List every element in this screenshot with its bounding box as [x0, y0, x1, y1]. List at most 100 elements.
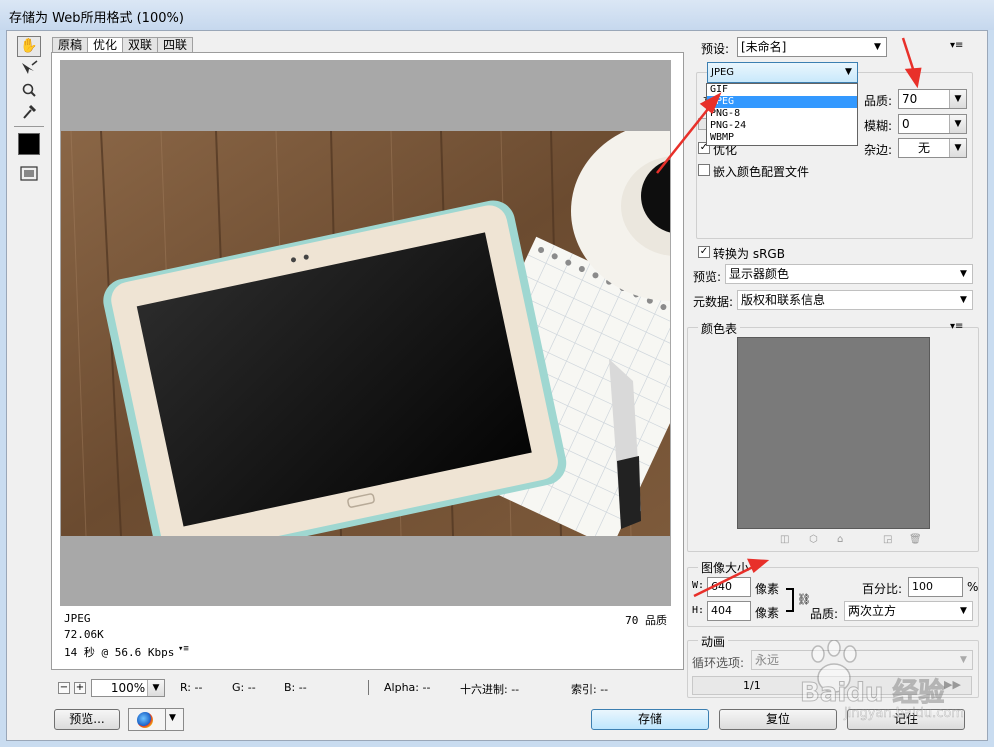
color-table-menu-icon[interactable]: ▾≡	[950, 321, 963, 332]
zoom-in-button[interactable]: +	[74, 682, 86, 694]
preset-dropdown[interactable]: [未命名] ▼	[737, 37, 887, 57]
download-rate-menu-icon[interactable]: ▾≡	[178, 644, 189, 654]
matte-value: 无	[917, 141, 930, 155]
chevron-down-icon[interactable]: ▼	[955, 291, 972, 309]
metadata-dropdown[interactable]: 版权和联系信息 ▼	[737, 290, 973, 310]
zoom-level-value: 100%	[110, 681, 146, 695]
eyedropper-color-swatch[interactable]	[18, 133, 40, 155]
width-unit: 像素	[755, 582, 780, 596]
chevron-down-icon[interactable]: ▼	[949, 139, 966, 157]
save-button[interactable]: 存储	[591, 709, 709, 730]
chevron-down-icon[interactable]: ▼	[955, 602, 972, 620]
preset-label: 预设:	[701, 42, 730, 56]
matte-field[interactable]: 无 ▼	[898, 138, 967, 158]
watermark-url: jingyan.baidu.com	[844, 706, 964, 722]
height-field[interactable]: 404	[707, 601, 751, 621]
hand-icon[interactable]: ✋	[17, 36, 41, 57]
preview-photo[interactable]	[61, 131, 670, 536]
color-table-swatches[interactable]	[737, 337, 930, 529]
loop-value: 永远	[755, 653, 780, 667]
readout-hex: 十六进制: --	[460, 683, 520, 696]
chevron-down-icon[interactable]: ▼	[955, 265, 972, 283]
format-dropdown[interactable]: JPEG ▼	[707, 62, 858, 83]
lock-color-icon[interactable]: ⌂	[837, 534, 843, 545]
map-transparent-icon[interactable]: ◫	[780, 534, 789, 545]
quality-value: 70	[902, 92, 918, 106]
chevron-down-icon[interactable]: ▼	[949, 115, 966, 133]
constrain-bracket	[786, 588, 794, 612]
status-divider	[368, 680, 369, 695]
format-option-gif[interactable]: GIF	[707, 84, 857, 96]
matte-label: 杂边:	[864, 143, 893, 157]
chevron-down-icon[interactable]: ▼	[869, 38, 886, 56]
metadata-value: 版权和联系信息	[741, 293, 826, 307]
baidu-watermark: Baidu 经验 jingyan.baidu.com	[790, 636, 990, 726]
chevron-down-icon[interactable]: ▼	[949, 90, 966, 108]
tab-original[interactable]: 原稿	[52, 37, 89, 53]
tab-2-up[interactable]: 双联	[122, 37, 159, 53]
blur-label: 模糊:	[864, 119, 893, 133]
percent-unit: %	[967, 580, 979, 594]
preview-label: 预览:	[693, 270, 722, 284]
readout-r: R: --	[180, 681, 203, 694]
color-table-title: 颜色表	[698, 320, 741, 337]
quality-field[interactable]: 70 ▼	[898, 89, 967, 109]
percent-field[interactable]: 100	[908, 577, 963, 597]
browser-preview-picker[interactable]: ▼	[128, 708, 184, 731]
constrain-link-icon[interactable]: ⛓	[797, 593, 811, 606]
metadata-label: 元数据:	[693, 295, 734, 309]
readout-b: B: --	[284, 681, 307, 694]
convert-srgb-label: 转换为 sRGB	[713, 247, 785, 261]
browser-icon	[137, 712, 153, 728]
format-option-wbmp[interactable]: WBMP	[707, 132, 857, 144]
preset-value: [未命名]	[741, 40, 787, 54]
image-info: JPEG 72.06K 14 秒 @ 56.6 Kbps ▾≡ 70 品质	[60, 610, 671, 666]
zoom-out-button[interactable]: −	[58, 682, 70, 694]
readout-alpha: Alpha: --	[384, 681, 431, 694]
format-options-list: GIF JPEG PNG-8 PNG-24 WBMP	[706, 83, 858, 146]
resample-quality-dropdown[interactable]: 两次立方 ▼	[844, 601, 973, 621]
window-title: 存储为 Web所用格式 (100%)	[9, 11, 184, 26]
info-size: 72.06K	[64, 628, 104, 641]
chevron-down-icon[interactable]: ▼	[169, 713, 176, 723]
picker-divider	[165, 709, 166, 730]
format-option-png24[interactable]: PNG-24	[707, 120, 857, 132]
new-color-icon[interactable]: ◲	[883, 534, 892, 545]
loop-label: 循环选项:	[692, 656, 745, 670]
slice-select-icon[interactable]	[17, 59, 41, 80]
blur-field[interactable]: 0 ▼	[898, 114, 967, 134]
info-quality: 70 品质	[625, 614, 667, 627]
chevron-down-icon[interactable]: ▼	[840, 63, 857, 82]
info-format: JPEG	[64, 612, 91, 625]
trash-icon[interactable]: 🗑	[909, 534, 922, 545]
chevron-down-icon[interactable]: ▼	[147, 680, 164, 696]
embed-profile-checkbox[interactable]	[698, 164, 710, 176]
quality-label: 品质:	[864, 94, 893, 108]
embed-profile-label: 嵌入颜色配置文件	[713, 165, 810, 179]
readout-index: 索引: --	[571, 683, 609, 696]
toggle-slices-icon[interactable]	[17, 163, 41, 184]
toolbox-divider	[14, 126, 44, 127]
readout-g: G: --	[232, 681, 256, 694]
tab-optimized[interactable]: 优化	[87, 37, 124, 53]
optimize-menu-icon[interactable]: ▾≡	[950, 40, 963, 51]
format-value: JPEG	[711, 67, 735, 78]
format-option-jpeg[interactable]: JPEG	[707, 96, 857, 108]
resample-quality-value: 两次立方	[848, 604, 897, 618]
zoom-level-field[interactable]: 100% ▼	[91, 679, 165, 697]
zoom-icon[interactable]	[17, 80, 41, 101]
preview-value: 显示器颜色	[729, 267, 790, 281]
width-label: W:	[692, 580, 705, 591]
height-unit: 像素	[755, 606, 780, 620]
preview-dropdown[interactable]: 显示器颜色 ▼	[725, 264, 973, 284]
image-size-title: 图像大小	[698, 559, 753, 576]
convert-srgb-checkbox[interactable]: ✓	[698, 246, 710, 258]
frame-counter: 1/1	[743, 679, 761, 692]
format-option-png8[interactable]: PNG-8	[707, 108, 857, 120]
web-snap-icon[interactable]: ⬡	[809, 534, 818, 545]
eyedropper-icon[interactable]	[17, 101, 41, 122]
preview-button[interactable]: 预览...	[54, 709, 120, 730]
width-field[interactable]: 640	[707, 577, 751, 597]
tab-4-up[interactable]: 四联	[157, 37, 194, 53]
height-label: H:	[692, 605, 705, 616]
